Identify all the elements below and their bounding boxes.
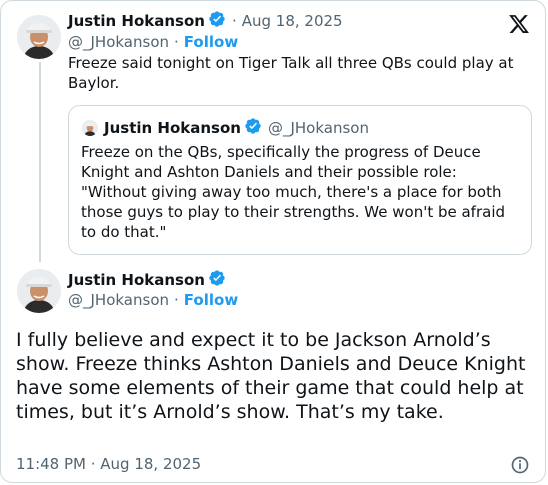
x-logo-icon[interactable] [508,13,530,35]
author-name[interactable]: Justin Hokanson [68,271,205,289]
verified-badge-icon [208,269,226,291]
quoted-tweet-text: Freeze on the QBs, specifically the prog… [81,143,506,241]
info-icon[interactable] [510,455,530,475]
first-tweet-text: Freeze said tonight on Tiger Talk all th… [68,54,514,92]
tweet-date[interactable]: Aug 18, 2025 [242,12,343,30]
main-tweet-header: Justin Hokanson [68,270,226,290]
author-handle[interactable]: @_JHokanson [68,33,169,51]
main-tweet-subheader: @_JHokanson · Follow [68,290,238,310]
verified-badge-icon [208,10,226,32]
quoted-author-handle: @_JHokanson [267,119,369,137]
first-tweet-subheader: @_JHokanson · Follow [68,32,238,52]
quoted-author-name: Justin Hokanson [104,119,241,137]
quoted-tweet-header: Justin Hokanson @_JHokanson [104,118,369,138]
author-name[interactable]: Justin Hokanson [68,12,205,30]
thread-connector-line [39,62,41,262]
author-handle[interactable]: @_JHokanson [68,291,169,309]
separator: · [174,291,179,309]
tweet-timestamp[interactable]: 11:48 PM · Aug 18, 2025 [16,455,201,473]
follow-button[interactable]: Follow [184,291,238,309]
main-tweet-text: I fully believe and expect it to be Jack… [16,329,526,423]
verified-badge-icon [244,117,262,139]
quoted-avatar [82,120,98,136]
separator: · [174,33,179,51]
first-tweet-header: Justin Hokanson · Aug 18, 2025 [68,11,343,31]
separator: · [231,12,237,30]
follow-button[interactable]: Follow [184,33,238,51]
avatar[interactable] [17,15,61,59]
avatar[interactable] [17,269,61,313]
